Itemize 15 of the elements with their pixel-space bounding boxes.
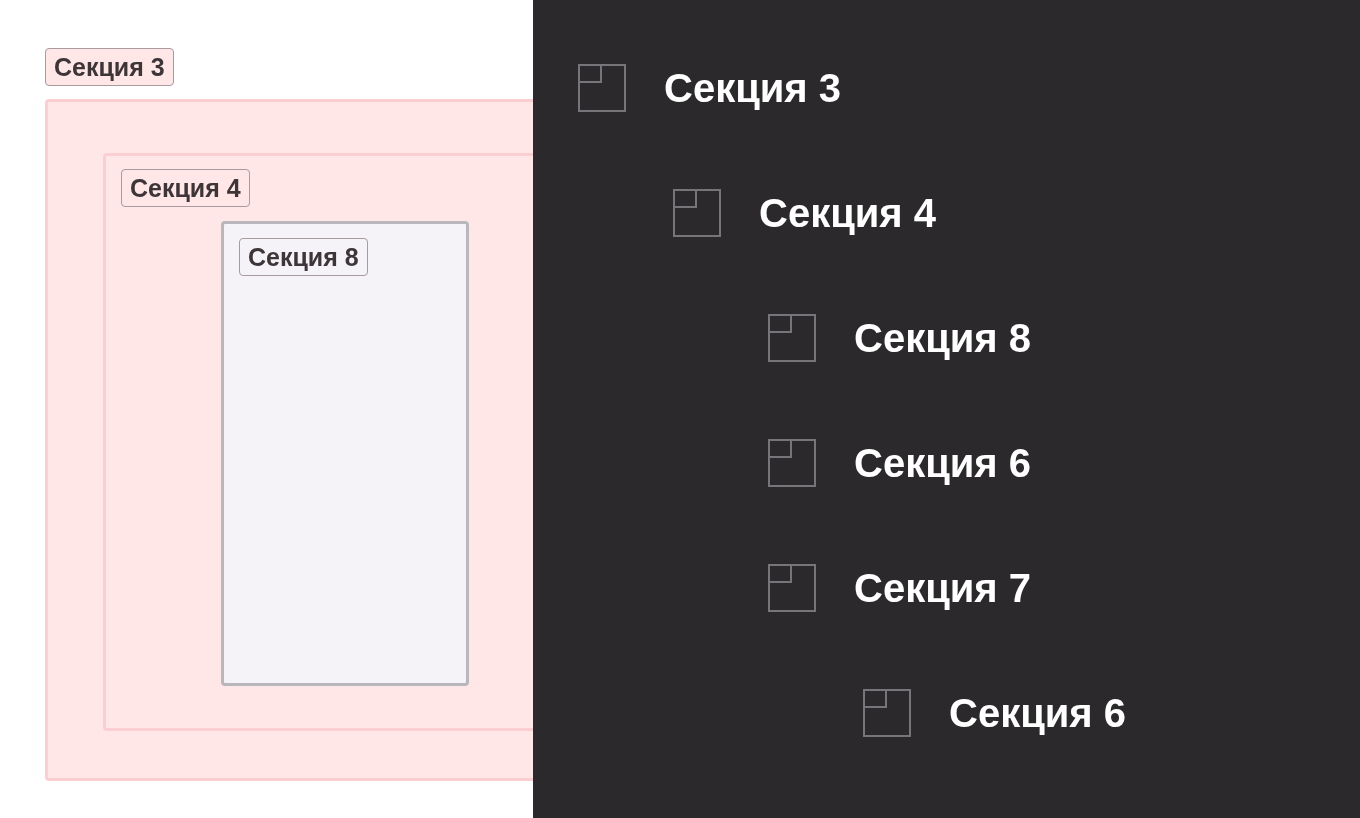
frame-icon [768,563,816,612]
frame-label[interactable]: Секция 8 [239,238,368,276]
frame-icon [578,63,626,112]
layer-name[interactable]: Секция 6 [949,691,1127,736]
frame-icon [768,313,816,362]
frame-icon [863,688,911,737]
frame-icon [768,438,816,487]
frame-icon [673,188,721,237]
layer-name[interactable]: Секция 4 [759,191,937,236]
frame-label[interactable]: Секция 4 [121,169,250,207]
frame-label[interactable]: Секция 3 [45,48,174,86]
layer-name[interactable]: Секция 7 [854,566,1032,611]
layer-name[interactable]: Секция 8 [854,316,1032,361]
layer-name[interactable]: Секция 6 [854,441,1032,486]
layer-name[interactable]: Секция 3 [664,66,842,111]
